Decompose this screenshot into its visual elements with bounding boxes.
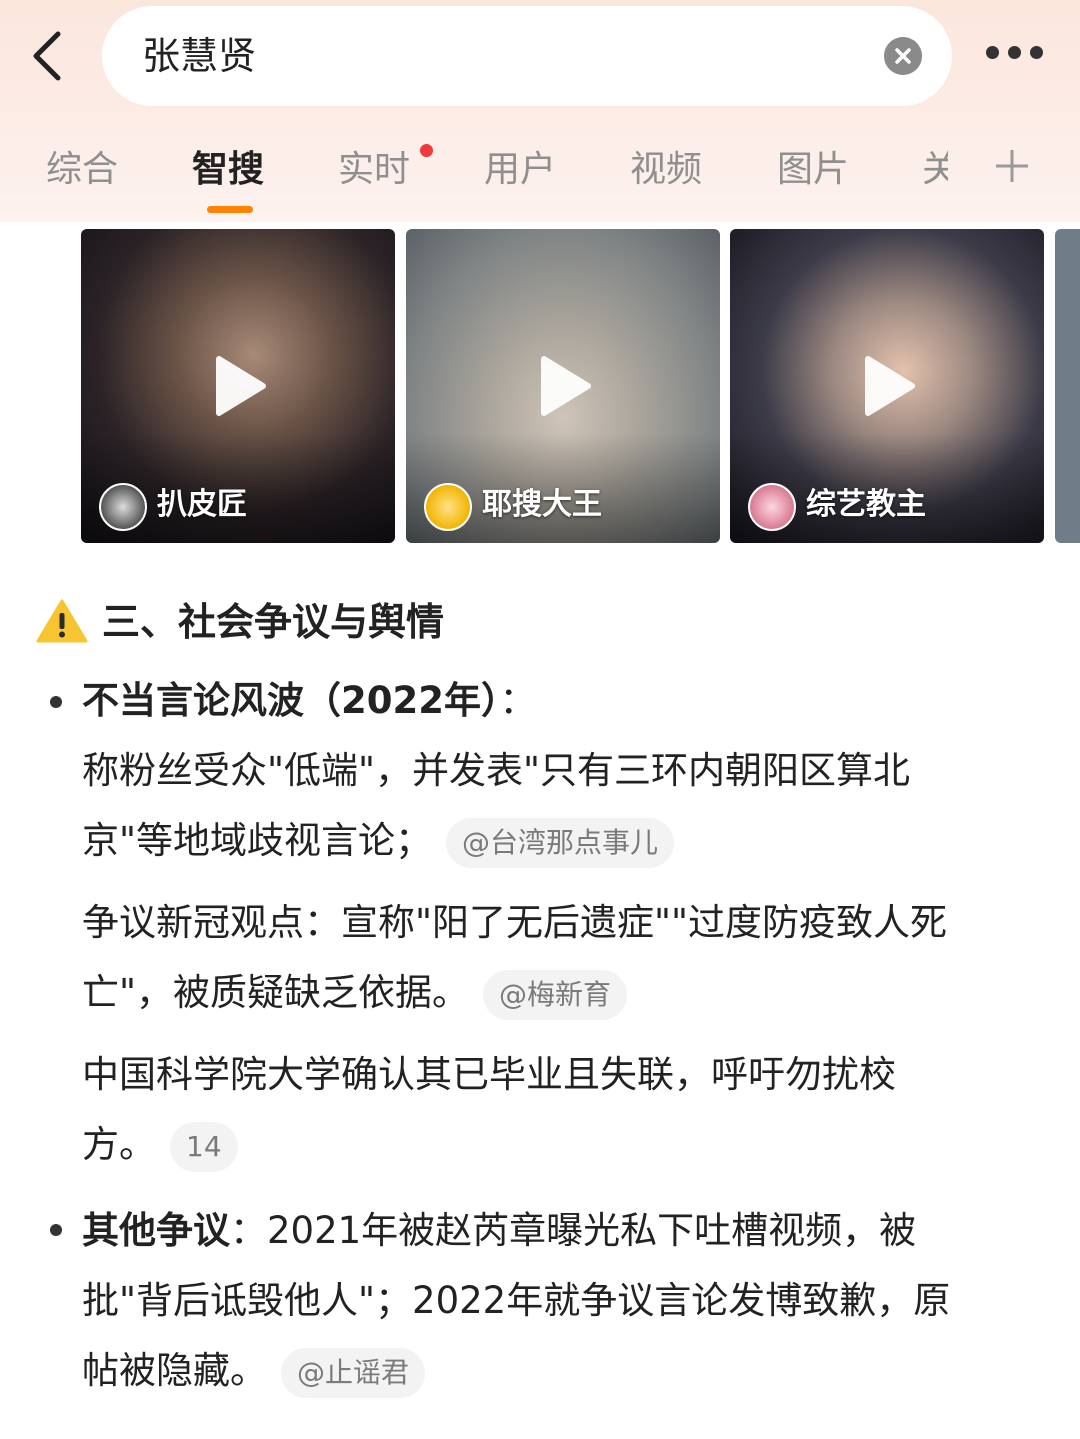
- warning-icon: [36, 599, 88, 643]
- video-author: 耶搜大王: [482, 487, 602, 522]
- reference-count-chip[interactable]: 14: [170, 1121, 238, 1172]
- body-text: 帖被隐藏。: [82, 1349, 267, 1392]
- video-card[interactable]: [1055, 229, 1080, 543]
- search-box[interactable]: 张慧贤: [102, 6, 952, 106]
- top-header: 张慧贤 综合 智搜 实时 用户 视频 图片 关: [0, 0, 1080, 222]
- avatar: [424, 483, 472, 531]
- video-author: 扒皮匠: [157, 487, 247, 522]
- more-icon[interactable]: [986, 46, 1050, 66]
- tab-partial[interactable]: 关: [922, 148, 948, 192]
- video-card[interactable]: 耶搜大王: [406, 229, 720, 543]
- search-input[interactable]: 张慧贤: [142, 34, 256, 78]
- tab-comprehensive[interactable]: 综合: [46, 148, 118, 192]
- play-icon[interactable]: [862, 355, 916, 417]
- item-heading: 不当言论风波（2022年）：: [82, 676, 536, 726]
- body-text: 京"等地域歧视言论；: [82, 819, 433, 862]
- tab-images[interactable]: 图片: [777, 148, 849, 192]
- bullet-dot: [50, 696, 62, 708]
- play-icon[interactable]: [213, 355, 267, 417]
- body-line: 称粉丝受众"低端"，并发表"只有三环内朝阳区算北: [82, 749, 911, 792]
- source-chip[interactable]: @梅新育: [483, 969, 628, 1020]
- tab-smart-search[interactable]: 智搜: [192, 148, 264, 192]
- clear-icon[interactable]: [884, 37, 922, 75]
- body-line: 批"背后诋毁他人"；2022年就争议言论发博致歉，原: [82, 1279, 951, 1322]
- body-line: 中国科学院大学确认其已毕业且失联，呼吁勿扰校: [82, 1053, 896, 1096]
- item1-colon: ：: [499, 679, 537, 722]
- section-title: 三、社会争议与舆情: [102, 600, 445, 644]
- body-line: 其他争议：2021年被赵芮章曝光私下吐槽视频，被: [82, 1206, 916, 1256]
- add-tab-icon[interactable]: [992, 146, 1032, 186]
- active-tab-indicator: [207, 206, 253, 213]
- video-carousel: 扒皮匠 耶搜大王 综艺教主: [0, 229, 1080, 543]
- video-card[interactable]: 综艺教主: [730, 229, 1044, 543]
- body-line: 方。 14: [82, 1120, 238, 1172]
- avatar: [99, 483, 147, 531]
- body-line: 帖被隐藏。 @止谣君: [82, 1346, 426, 1398]
- bullet-dot: [50, 1224, 62, 1236]
- item2-heading: 其他争议: [82, 1209, 230, 1252]
- body-line: 争议新冠观点：宣称"阳了无后遗症""过度防疫致人死: [82, 901, 948, 944]
- notification-dot: [420, 144, 433, 157]
- item1-heading: 不当言论风波（2022年）: [82, 679, 500, 722]
- play-icon[interactable]: [538, 355, 592, 417]
- body-line: 亡"，被质疑缺乏依据。 @梅新育: [82, 968, 628, 1020]
- tab-bar: 综合 智搜 实时 用户 视频 图片 关: [0, 140, 1080, 220]
- video-author: 综艺教主: [806, 487, 926, 522]
- body-line: 京"等地域歧视言论； @台湾那点事儿: [82, 816, 675, 868]
- back-arrow-icon[interactable]: [24, 26, 84, 86]
- video-card[interactable]: 扒皮匠: [81, 229, 395, 543]
- body-text: ：2021年被赵芮章曝光私下吐槽视频，被: [230, 1209, 917, 1252]
- body-text: 亡"，被质疑缺乏依据。: [82, 971, 470, 1014]
- avatar: [748, 483, 796, 531]
- source-chip[interactable]: @台湾那点事儿: [446, 817, 675, 868]
- tab-videos[interactable]: 视频: [630, 148, 702, 192]
- source-chip[interactable]: @止谣君: [281, 1347, 426, 1398]
- tab-users[interactable]: 用户: [484, 148, 556, 192]
- tab-realtime[interactable]: 实时: [338, 148, 410, 192]
- body-text: 方。: [82, 1123, 156, 1166]
